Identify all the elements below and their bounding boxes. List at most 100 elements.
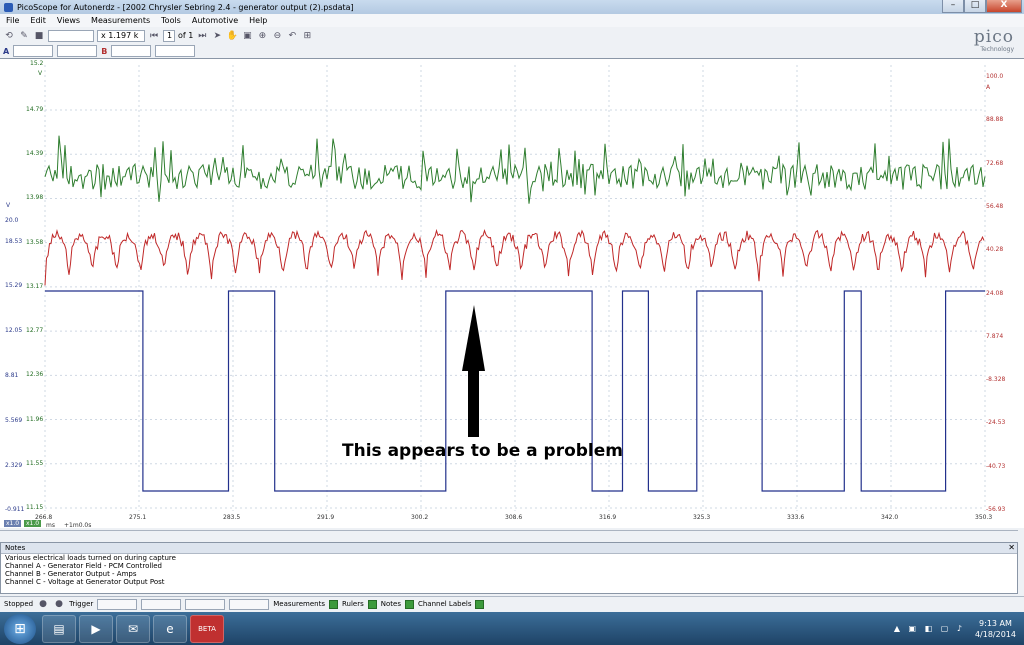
red-tick-label: 72.68: [986, 159, 1004, 167]
green-tick-label: 12.77: [26, 327, 44, 335]
menu-tools[interactable]: Tools: [161, 16, 181, 25]
x-tick-label: 275.1: [129, 514, 147, 521]
red-tick-label: 88.88: [986, 116, 1004, 124]
close-button[interactable]: X: [986, 0, 1022, 13]
x-tick-label: 350.3: [975, 514, 993, 521]
x-tick-label: 325.3: [693, 514, 711, 521]
page-of: of 1: [178, 31, 194, 40]
back-icon[interactable]: ⟲: [3, 30, 15, 42]
blue-tick-label: 20.0: [5, 217, 19, 224]
x-zoom-badge[interactable]: x1.0: [4, 520, 22, 527]
channel-a-label: A: [3, 46, 10, 56]
red-tick-label: 7.874: [986, 332, 1004, 340]
stop-icon-2[interactable]: ●: [53, 598, 65, 610]
first-page-icon[interactable]: ⏮: [148, 30, 160, 42]
channel-b-range[interactable]: [111, 45, 152, 57]
pointer-icon[interactable]: ➤: [211, 30, 223, 42]
scope-view[interactable]: 15.2 V V A 266.8 275.1 283.5 291.9 300.2 308.…: [0, 58, 1024, 529]
zoom-fit-icon[interactable]: ⊞: [301, 30, 313, 42]
trigger-level-field[interactable]: [185, 598, 226, 610]
red-tick-label: -24.53: [986, 419, 1006, 427]
picoscope-window: PicoScope for Autonerdz - [2002 Chrysler…: [0, 0, 1024, 612]
blue-tick-label: 15.29: [5, 282, 23, 289]
app-icon: [4, 2, 13, 12]
toolbar: ⟲ ✎ ■ x 1.197 k ⏮ 1 of 1 ⏭ ➤ ✋ ▣ ⊕ ⊖ ↶ ⊞: [0, 27, 950, 44]
channel-toolbar: A B: [0, 44, 950, 58]
measurements-add-icon[interactable]: [328, 599, 338, 609]
channel-b-coupling[interactable]: [155, 45, 196, 57]
next-page-icon[interactable]: ⏭: [196, 30, 208, 42]
hand-icon[interactable]: ✋: [226, 30, 238, 42]
explorer-icon[interactable]: ▤: [42, 614, 76, 643]
status-stopped: Stopped: [4, 600, 34, 608]
undo-zoom-icon[interactable]: ↶: [286, 30, 298, 42]
notes-icon[interactable]: [404, 599, 414, 609]
clock[interactable]: 9:13 AM 4/18/2014: [975, 618, 1016, 640]
green-tick-label: 14.39: [26, 150, 44, 158]
trigger-mode-select[interactable]: [97, 598, 138, 610]
tools-icon[interactable]: ✎: [18, 30, 30, 42]
pico-logo: pico Technology: [954, 28, 1014, 58]
minimize-button[interactable]: –: [942, 0, 964, 13]
notes-panel: Notes ✕ Various electrical loads turned …: [0, 542, 1018, 594]
red-tick-label: -56.93: [986, 506, 1006, 513]
channel-a-coupling[interactable]: [57, 45, 98, 57]
menu-automotive[interactable]: Automotive: [192, 16, 238, 25]
start-button[interactable]: ⊞: [4, 613, 36, 644]
menu-measurements[interactable]: Measurements: [91, 16, 150, 25]
picoscope-taskbar-icon[interactable]: BETA: [190, 614, 224, 643]
title-bar: PicoScope for Autonerdz - [2002 Chrysler…: [0, 0, 1024, 14]
zoom-out-icon[interactable]: ⊖: [271, 30, 283, 42]
trigger-label: Trigger: [69, 600, 94, 608]
x-tick-label: 333.6: [787, 514, 805, 521]
x-tick-label: 342.0: [881, 514, 899, 521]
notes-line[interactable]: Channel B - Generator Output - Amps: [1, 570, 1017, 578]
tray-icons[interactable]: ▲ ▣ ◧ ▢ ♪: [894, 624, 965, 633]
green-unit: V: [38, 70, 43, 77]
zoom-field[interactable]: x 1.197 k: [97, 29, 145, 42]
clock-time: 9:13 AM: [979, 618, 1012, 628]
notes-line[interactable]: Various electrical loads turned on durin…: [1, 554, 1017, 562]
channel-b-label: B: [101, 46, 108, 56]
x-zoom-badge-2[interactable]: x1.0: [24, 520, 42, 527]
x-tick-label: 316.9: [599, 514, 617, 521]
notes-line[interactable]: Channel C - Voltage at Generator Output …: [1, 578, 1017, 586]
green-tick-label: 14.79: [26, 106, 44, 113]
x-tick-label: 300.2: [411, 514, 429, 521]
notes-line[interactable]: Channel A - Generator Field - PCM Contro…: [1, 562, 1017, 570]
timebase-select[interactable]: [48, 29, 94, 42]
ie-icon[interactable]: e: [153, 614, 187, 643]
zoom-box-icon[interactable]: ▣: [241, 30, 253, 42]
blue-unit: V: [6, 202, 11, 209]
zoom-in-icon[interactable]: ⊕: [256, 30, 268, 42]
menu-edit[interactable]: Edit: [30, 16, 46, 25]
measurements-label: Measurements: [273, 600, 325, 608]
pico-logo-name: pico: [973, 27, 1014, 47]
trigger-channel-select[interactable]: [141, 598, 182, 610]
annotation-arrow: [462, 305, 485, 437]
media-player-icon[interactable]: ▶: [79, 614, 113, 643]
window-title: PicoScope for Autonerdz - [2002 Chrysler…: [17, 2, 354, 12]
annotation-text: This appears to be a problem: [342, 441, 623, 461]
horizontal-scrollbar[interactable]: [0, 530, 1018, 540]
x-tick-label: 291.9: [317, 514, 335, 521]
rulers-label: Rulers: [341, 600, 364, 608]
trigger-time-field[interactable]: [229, 598, 270, 610]
blue-tick-label: -0.911: [5, 506, 25, 513]
pico-logo-sub: Technology: [980, 46, 1014, 53]
menu-file[interactable]: File: [6, 16, 19, 25]
channel-a-range[interactable]: [13, 45, 54, 57]
stop-icon[interactable]: ■: [33, 30, 45, 42]
page-current[interactable]: 1: [163, 29, 175, 42]
run-icon[interactable]: ●: [37, 598, 49, 610]
channel-labels-icon[interactable]: [475, 599, 485, 609]
rulers-icon[interactable]: [367, 599, 377, 609]
notes-close-icon[interactable]: ✕: [1008, 543, 1015, 552]
blue-tick-label: 5.569: [5, 417, 23, 424]
menu-help[interactable]: Help: [249, 16, 267, 25]
outlook-icon[interactable]: ✉: [116, 614, 150, 643]
green-tick-label: 13.98: [26, 194, 44, 202]
menu-views[interactable]: Views: [57, 16, 80, 25]
channel-labels-label: Channel Labels: [417, 600, 472, 608]
maximize-button[interactable]: □: [964, 0, 986, 13]
